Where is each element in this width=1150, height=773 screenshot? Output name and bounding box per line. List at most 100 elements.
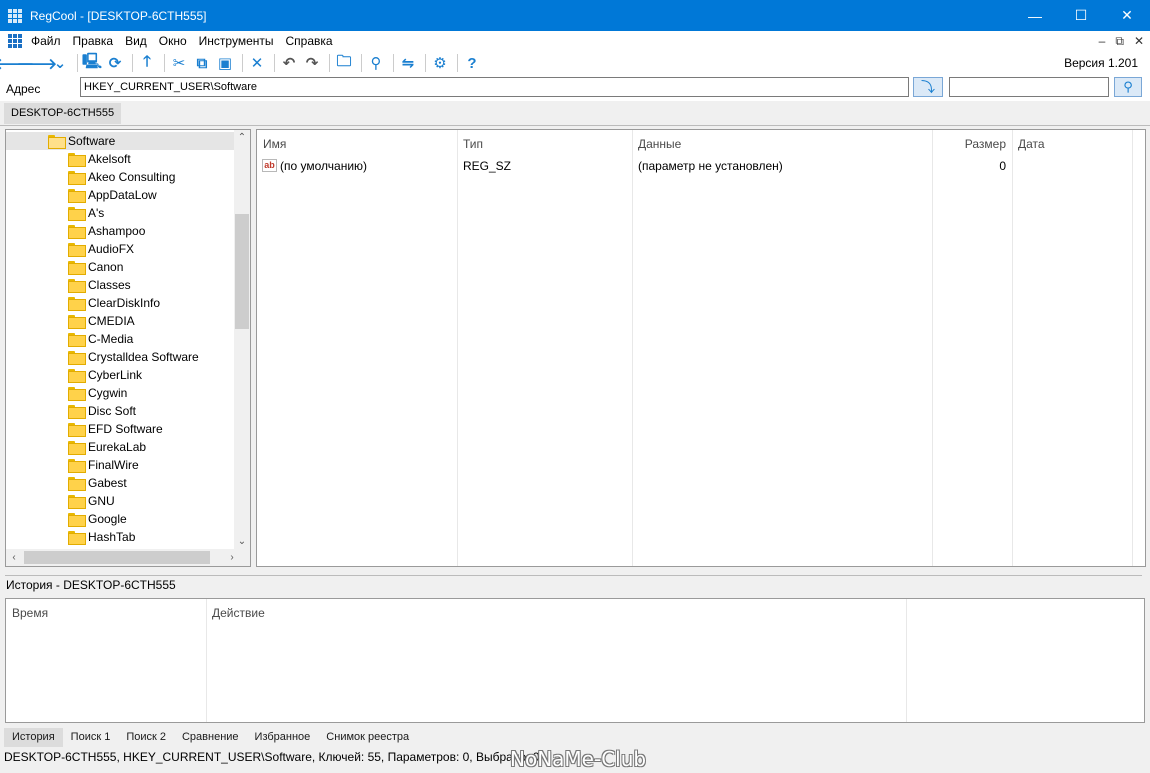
- find-icon[interactable]: ⚲: [366, 53, 386, 73]
- tree-item[interactable]: A's: [6, 204, 104, 222]
- scroll-thumb[interactable]: [24, 551, 210, 564]
- tree-item[interactable]: C-Media: [6, 330, 133, 348]
- value-size: 0: [999, 159, 1006, 173]
- folder-icon: [68, 153, 86, 167]
- toolbar-separator: [361, 54, 362, 72]
- minimize-button[interactable]: —: [1012, 0, 1058, 31]
- menu-window[interactable]: Окно: [153, 31, 193, 51]
- tree-item-label: Akeo Consulting: [88, 170, 176, 184]
- tree-item[interactable]: Canon: [6, 258, 123, 276]
- paste-icon[interactable]: ▣: [215, 53, 235, 73]
- tree-item[interactable]: Gabest: [6, 474, 127, 492]
- undo-icon[interactable]: ↶: [279, 53, 299, 73]
- tree-item[interactable]: Disc Soft: [6, 402, 136, 420]
- tree-item[interactable]: EFD Software: [6, 420, 163, 438]
- column-divider: [906, 599, 907, 722]
- tab-desktop[interactable]: DESKTOP-6CTH555: [4, 103, 122, 124]
- tab-history[interactable]: История: [4, 727, 63, 747]
- menu-edit[interactable]: Правка: [67, 31, 120, 51]
- tree-item[interactable]: Cygwin: [6, 384, 127, 402]
- toolbar-separator: [164, 54, 165, 72]
- delete-icon[interactable]: ✕: [247, 53, 267, 73]
- tree-item[interactable]: HashTab: [6, 528, 135, 546]
- column-header-action[interactable]: Действие: [206, 599, 906, 627]
- search-button[interactable]: ⚲: [1114, 77, 1142, 97]
- tree-item[interactable]: Akeo Consulting: [6, 168, 175, 186]
- registry-tree[interactable]: Software Akelsoft Akeo Consulting AppDataLo…: [5, 129, 251, 567]
- tree-item[interactable]: Classes: [6, 276, 131, 294]
- tree-item[interactable]: CyberLink: [6, 366, 142, 384]
- tree-item[interactable]: ClearDiskInfo: [6, 294, 160, 312]
- search-input[interactable]: [949, 77, 1109, 97]
- document-tabs: DESKTOP-6CTH555: [0, 101, 1150, 126]
- address-input[interactable]: [80, 77, 909, 97]
- folder-icon: [68, 189, 86, 203]
- tree-item-label: Akelsoft: [88, 152, 131, 166]
- refresh-icon[interactable]: ⇋: [398, 53, 418, 73]
- tree-item[interactable]: Ashampoo: [6, 222, 145, 240]
- menu-view[interactable]: Вид: [119, 31, 153, 51]
- scroll-thumb[interactable]: [235, 214, 249, 329]
- column-header-date[interactable]: Дата: [1012, 130, 1132, 158]
- help-icon[interactable]: ?: [462, 53, 482, 73]
- tree-item[interactable]: Crystalldea Software: [6, 348, 199, 366]
- values-list[interactable]: Имя Тип Данные Размер Дата ab (по умолча…: [256, 129, 1146, 567]
- tab-search-1[interactable]: Поиск 1: [63, 728, 119, 747]
- tree-item[interactable]: EurekaLab: [6, 438, 146, 456]
- tree-item[interactable]: AppDataLow: [6, 186, 157, 204]
- mdi-minimize-button[interactable]: –: [1099, 31, 1106, 51]
- tree-item[interactable]: GNU: [6, 492, 115, 510]
- history-list[interactable]: Время Действие: [5, 598, 1145, 723]
- redo-icon[interactable]: ↷: [302, 53, 322, 73]
- up-arrow-icon[interactable]: 🡑: [137, 53, 157, 73]
- column-header-size[interactable]: Размер: [932, 130, 1012, 158]
- toolbar: 🡐 🡒 ⌄ 🖳 ⟳ 🡑 ✂ ⧉ ▣ ✕ ↶ ↷ 🗀 ⚲ ⇋ ⚙ ? Версия…: [0, 51, 1150, 75]
- folder-icon: [68, 297, 86, 311]
- tree-item-label: AudioFX: [88, 242, 135, 256]
- tree-item[interactable]: Software: [6, 132, 235, 150]
- tree-horizontal-scrollbar[interactable]: ‹ ›: [6, 549, 250, 566]
- copy-icon[interactable]: ⧉: [192, 53, 212, 73]
- mdi-child-icon[interactable]: [8, 34, 22, 48]
- settings-icon[interactable]: ⚙: [430, 53, 450, 73]
- column-header-data[interactable]: Данные: [632, 130, 932, 158]
- tree-item[interactable]: CMEDIA: [6, 312, 135, 330]
- column-header-time[interactable]: Время: [6, 599, 206, 627]
- new-key-icon[interactable]: 🗀: [334, 53, 354, 73]
- tab-favorites[interactable]: Избранное: [247, 728, 319, 747]
- scroll-left-icon[interactable]: ‹: [6, 549, 22, 566]
- scroll-right-icon[interactable]: ›: [224, 549, 240, 566]
- tree-item[interactable]: FinalWire: [6, 456, 139, 474]
- column-header-type[interactable]: Тип: [457, 130, 632, 158]
- tree-item[interactable]: Google: [6, 510, 127, 528]
- forward-arrow-icon[interactable]: 🡒: [17, 53, 57, 73]
- toolbar-separator: [425, 54, 426, 72]
- tab-search-2[interactable]: Поиск 2: [118, 728, 174, 747]
- dropdown-arrow-icon[interactable]: ⌄: [50, 53, 70, 73]
- tree-item[interactable]: AudioFX: [6, 240, 134, 258]
- maximize-button[interactable]: ☐: [1058, 0, 1104, 31]
- network-icon[interactable]: ⟳: [105, 53, 125, 73]
- tab-registry-snapshot[interactable]: Снимок реестра: [318, 728, 417, 747]
- scroll-up-icon[interactable]: ⌃: [234, 130, 250, 146]
- folder-icon: [68, 513, 86, 527]
- column-header-name[interactable]: Имя: [257, 130, 457, 158]
- mdi-close-button[interactable]: ✕: [1134, 31, 1144, 51]
- column-divider: [932, 130, 933, 566]
- computer-icon[interactable]: 🖳: [82, 53, 102, 73]
- tree-vertical-scrollbar[interactable]: ⌃ ⌄: [234, 130, 250, 550]
- cut-icon[interactable]: ✂: [169, 53, 189, 73]
- menu-help[interactable]: Справка: [280, 31, 339, 51]
- tree-item[interactable]: Akelsoft: [6, 150, 131, 168]
- go-arrow-icon: ⤵: [921, 79, 935, 95]
- tab-compare[interactable]: Сравнение: [174, 728, 247, 747]
- scroll-down-icon[interactable]: ⌄: [234, 534, 250, 550]
- close-button[interactable]: ✕: [1104, 0, 1150, 31]
- value-row[interactable]: ab (по умолчанию) REG_SZ (параметр не ус…: [257, 157, 1145, 175]
- mdi-restore-button[interactable]: ⧉: [1115, 31, 1124, 51]
- tree-item-label: A's: [88, 206, 105, 220]
- menu-file[interactable]: Файл: [25, 31, 67, 51]
- menu-tools[interactable]: Инструменты: [193, 31, 280, 51]
- tree-item-label: EurekaLab: [88, 440, 147, 454]
- go-button[interactable]: ⤵: [913, 77, 943, 97]
